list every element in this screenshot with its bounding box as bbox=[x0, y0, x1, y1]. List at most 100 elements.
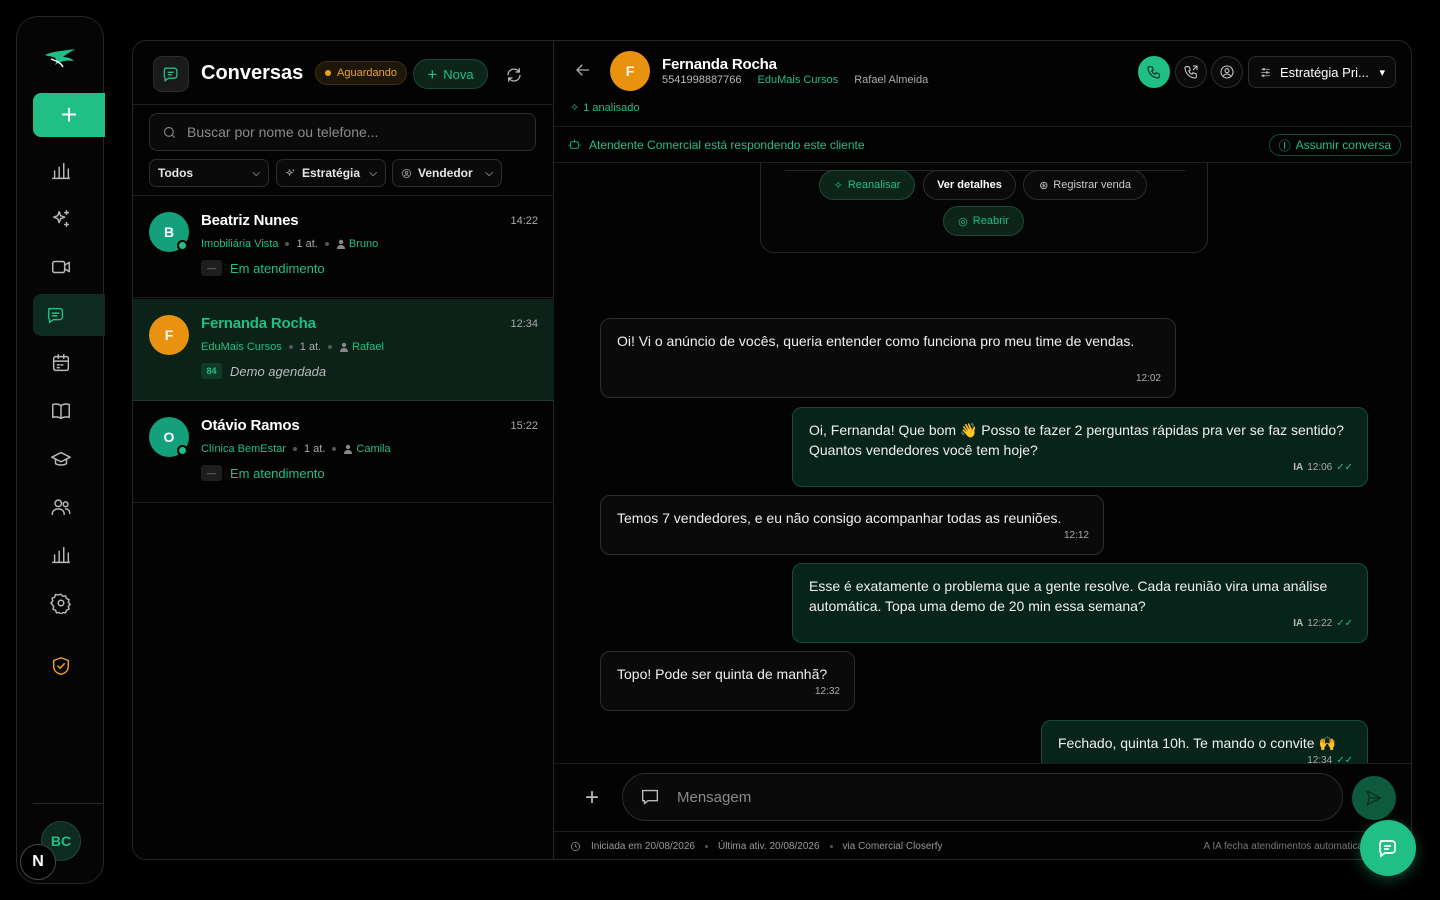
company-name: Imobiliária Vista bbox=[201, 238, 279, 250]
sparkles-icon bbox=[285, 168, 295, 176]
register-sale-button[interactable]: ⊛ Registrar venda bbox=[1023, 170, 1147, 200]
contact-name: Otávio Ramos bbox=[201, 417, 300, 434]
message-meta: 12:34 ✓✓ bbox=[1307, 751, 1353, 763]
strategy-select[interactable]: Estratégia Pri... ▾ bbox=[1248, 56, 1396, 88]
sparkles-icon[interactable] bbox=[17, 199, 105, 239]
contact-company[interactable]: EduMais Cursos bbox=[758, 74, 839, 86]
user-icon bbox=[340, 342, 349, 352]
take-over-button[interactable]: Ⓘ Assumir conversa bbox=[1268, 134, 1401, 156]
book-icon[interactable] bbox=[17, 391, 105, 431]
support-chat-button[interactable] bbox=[1360, 820, 1416, 876]
message-incoming: Temos 7 vendedores, e eu não consigo aco… bbox=[600, 495, 1104, 555]
refresh-button[interactable] bbox=[501, 62, 527, 88]
bar-chart-icon[interactable] bbox=[17, 151, 105, 191]
separator-dot bbox=[332, 447, 337, 451]
conversation-item-selected[interactable]: F Fernanda Rocha 12:34 EduMais Cursos 1 … bbox=[133, 299, 554, 401]
chevron-down-icon: ⌵ bbox=[485, 167, 493, 179]
double-check-icon: ✓✓ bbox=[1336, 462, 1353, 473]
status-filter-pill[interactable]: Aguardando bbox=[315, 61, 407, 85]
take-over-label: Assumir conversa bbox=[1295, 138, 1391, 152]
bar-chart-icon[interactable] bbox=[17, 535, 105, 575]
timestamp: 12:34 bbox=[510, 318, 538, 330]
company-name: EduMais Cursos bbox=[201, 341, 282, 353]
conversation-meta: Imobiliária Vista 1 at. Bruno bbox=[201, 238, 378, 250]
register-sale-label: Registrar venda bbox=[1053, 179, 1131, 191]
logo-icon[interactable] bbox=[41, 45, 81, 71]
n-badge[interactable]: N bbox=[20, 844, 56, 880]
strategy-select-label: Estratégia Pri... bbox=[1280, 64, 1369, 80]
sparkles-icon: ✧ bbox=[833, 179, 843, 192]
message-meta: IA 12:22 ✓✓ bbox=[1293, 614, 1353, 634]
view-details-button[interactable]: Ver detalhes bbox=[923, 170, 1016, 200]
analysis-count[interactable]: ✧ 1 analisado bbox=[570, 101, 640, 115]
message-incoming: Topo! Pode ser quinta de manhã? 12:32 bbox=[600, 651, 855, 711]
ai-responding-banner: Atendente Comercial está respondendo est… bbox=[554, 127, 1411, 163]
chat-panel: F Fernanda Rocha 5541998887766 EduMais C… bbox=[554, 41, 1411, 859]
attempts: 1 at. bbox=[296, 238, 318, 250]
last-activity: Última ativ. 20/08/2026 bbox=[717, 841, 820, 852]
chat-icon[interactable] bbox=[33, 294, 105, 336]
send-button[interactable] bbox=[1352, 776, 1396, 820]
message-time: 12:32 bbox=[814, 686, 840, 697]
conversation-status: — Em atendimento bbox=[201, 260, 325, 276]
filter-strategy[interactable]: Estratégia ⌵ bbox=[276, 159, 386, 187]
status-text: Em atendimento bbox=[230, 260, 325, 276]
status-dot bbox=[325, 70, 331, 76]
new-conversation-button[interactable]: + Nova bbox=[413, 59, 488, 89]
calendar-icon[interactable] bbox=[17, 343, 105, 383]
message-time: 12:06 bbox=[1307, 462, 1333, 473]
reanalyze-button[interactable]: ✧ Reanalisar bbox=[819, 170, 915, 200]
clock-icon bbox=[571, 842, 580, 851]
filter-all[interactable]: Todos ⌵ bbox=[149, 159, 269, 187]
analysis-card: ✧ Reanalisar Ver detalhes ⊛ Registrar vend… bbox=[760, 163, 1208, 253]
reopen-button[interactable]: ◎ Reabrir bbox=[943, 206, 1024, 236]
conversation-list-panel: Conversas Aguardando + Nova Todos ⌵ Estrat… bbox=[133, 41, 554, 859]
contact-profile-button[interactable] bbox=[1211, 56, 1243, 88]
sparkles-icon: ✧ bbox=[570, 102, 580, 114]
conversation-item[interactable]: O Otávio Ramos 15:22 Clínica BemEstar 1 … bbox=[133, 401, 554, 503]
filter-all-label: Todos bbox=[158, 166, 194, 180]
message-outgoing: Esse é exatamente o problema que a gente… bbox=[792, 563, 1368, 643]
search-box bbox=[149, 113, 536, 151]
dollar-icon: ⊛ bbox=[1039, 179, 1049, 192]
conversation-status: 84 Demo agendada bbox=[201, 363, 326, 379]
pause-icon: Ⓘ bbox=[1278, 138, 1291, 153]
phone-outgoing-icon bbox=[1184, 65, 1198, 79]
send-icon bbox=[1366, 790, 1383, 806]
gear-icon[interactable] bbox=[17, 583, 105, 623]
filter-seller-label: Vendedor bbox=[418, 166, 473, 180]
arrow-left-icon bbox=[576, 64, 589, 76]
back-button[interactable] bbox=[574, 61, 598, 85]
timestamp: 14:22 bbox=[510, 215, 538, 227]
list-header: Conversas Aguardando + Nova bbox=[133, 41, 554, 105]
separator-dot bbox=[292, 447, 297, 451]
shield-check-icon[interactable] bbox=[17, 646, 105, 686]
filter-seller[interactable]: Vendedor ⌵ bbox=[392, 159, 502, 187]
attach-button[interactable]: + bbox=[580, 784, 604, 811]
message-input[interactable] bbox=[677, 788, 1297, 806]
contact-agent: Rafael Almeida bbox=[854, 74, 929, 86]
outgoing-call-button[interactable] bbox=[1175, 56, 1207, 88]
plus-icon[interactable]: + bbox=[33, 93, 105, 137]
users-icon[interactable] bbox=[17, 487, 105, 527]
message-meta: 12:12 bbox=[1064, 526, 1089, 546]
status-text: Demo agendada bbox=[230, 363, 327, 379]
chat-icon bbox=[1379, 840, 1396, 858]
agent-name: Bruno bbox=[348, 238, 379, 250]
message-text: Topo! Pode ser quinta de manhã? bbox=[617, 666, 828, 682]
bot-icon bbox=[568, 139, 581, 149]
agent-name: Camila bbox=[356, 443, 391, 455]
search-input[interactable] bbox=[187, 124, 517, 140]
chevron-down-icon: ⌵ bbox=[252, 167, 260, 179]
video-icon[interactable] bbox=[17, 247, 105, 287]
conversation-item[interactable]: B Beatriz Nunes 14:22 Imobiliária Vista … bbox=[133, 196, 554, 298]
score-badge: — bbox=[201, 465, 222, 481]
agent: Rafael bbox=[339, 341, 384, 353]
message-list[interactable]: ✧ Reanalisar Ver detalhes ⊛ Registrar vend… bbox=[554, 163, 1411, 763]
user-icon bbox=[336, 239, 345, 249]
double-check-icon: ✓✓ bbox=[1336, 755, 1353, 763]
call-button[interactable] bbox=[1138, 56, 1170, 88]
refresh-icon: ◎ bbox=[958, 215, 968, 228]
graduation-cap-icon[interactable] bbox=[17, 439, 105, 479]
auto-close-note: A IA fecha atendimentos automatica bbox=[1203, 841, 1363, 852]
